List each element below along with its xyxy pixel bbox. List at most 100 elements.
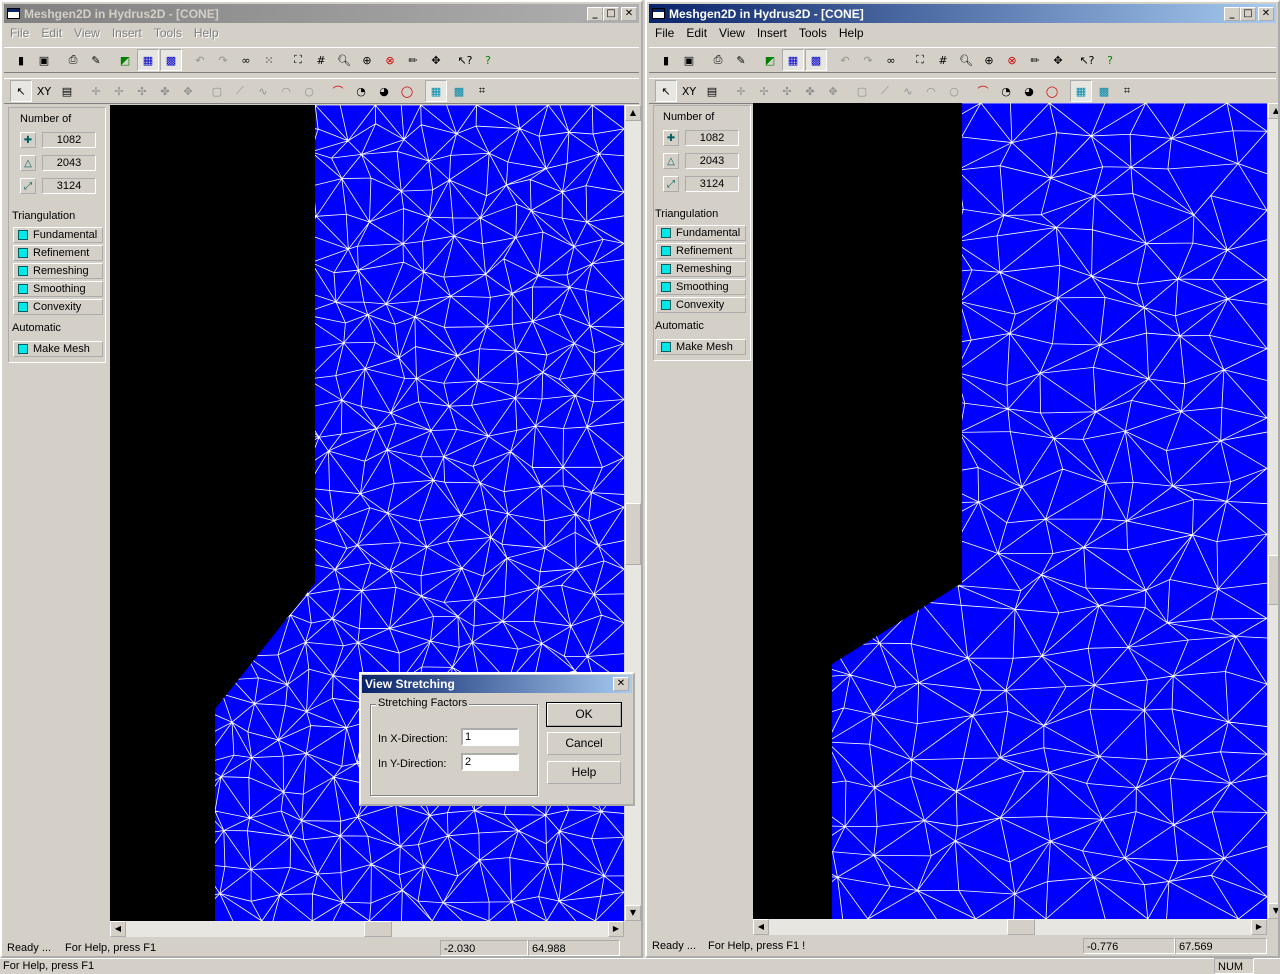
menu-view[interactable]: View [713, 26, 751, 40]
fit-view-icon[interactable]: ⛶ [287, 49, 309, 71]
glasses-icon[interactable]: ∞ [880, 49, 902, 71]
scroll-up-arrow-icon[interactable]: ▲ [625, 105, 641, 121]
minimize-button[interactable]: _ [587, 6, 603, 21]
arc-3pt-icon[interactable]: ⌒ [972, 80, 994, 102]
circle-tool-icon[interactable]: ◯ [396, 80, 418, 102]
left-title-bar[interactable]: Meshgen2D in Hydrus2D - [CONE] _ □ ✕ [4, 4, 639, 23]
node-info-icon[interactable]: ✥ [177, 80, 199, 102]
maximize-button[interactable]: □ [603, 6, 619, 21]
scroll-thumb[interactable] [1268, 555, 1278, 605]
menu-insert[interactable]: Insert [751, 26, 793, 40]
zoom-out-icon[interactable]: ⊗ [379, 49, 401, 71]
remeshing-button[interactable]: Remeshing [13, 263, 103, 279]
fundamental-button[interactable]: Fundamental [13, 227, 103, 243]
scroll-left-arrow-icon[interactable]: ◀ [110, 921, 126, 937]
move-icon[interactable]: ✥ [425, 49, 447, 71]
exit-icon[interactable]: ▮ [10, 49, 32, 71]
print-icon[interactable]: ⎙ [62, 49, 84, 71]
scroll-down-arrow-icon[interactable]: ▼ [625, 905, 641, 921]
close-button[interactable]: ✕ [1258, 6, 1274, 21]
snap-grid-icon[interactable]: ▦ [425, 80, 447, 102]
zoom-icon[interactable]: 🔍︎ [955, 49, 977, 71]
eraser-icon[interactable]: ✎ [730, 49, 752, 71]
pencil-icon[interactable]: ✏ [1024, 49, 1046, 71]
menu-insert[interactable]: Insert [106, 26, 148, 40]
scroll-thumb[interactable] [625, 503, 641, 565]
zoom-in-icon[interactable]: ⊕ [978, 49, 1000, 71]
mesh-view-icon[interactable]: ▦ [782, 49, 804, 71]
arc-radius-icon[interactable]: ◕ [373, 80, 395, 102]
spline-icon[interactable]: ∿ [897, 80, 919, 102]
scroll-thumb[interactable] [1007, 919, 1035, 935]
move-node-icon[interactable]: ✢ [108, 80, 130, 102]
scroll-thumb[interactable] [364, 921, 392, 937]
help-icon[interactable]: ? [477, 49, 499, 71]
delete-node-icon[interactable]: ✣ [131, 80, 153, 102]
menu-edit[interactable]: Edit [680, 26, 713, 40]
menu-tools[interactable]: Tools [793, 26, 833, 40]
fit-view-icon[interactable]: ⛶ [909, 49, 931, 71]
delete-node-icon[interactable]: ✣ [776, 80, 798, 102]
snap-mesh-icon[interactable]: ▩ [1093, 80, 1115, 102]
menu-help[interactable]: Help [188, 26, 225, 40]
add-node-icon[interactable]: ✛ [730, 80, 752, 102]
add-node-icon[interactable]: ✛ [85, 80, 107, 102]
document-icon[interactable]: ▤ [56, 80, 78, 102]
point-icon[interactable]: ▢ [851, 80, 873, 102]
smoothing-button[interactable]: Smoothing [13, 281, 103, 297]
circle-icon[interactable]: ○ [943, 80, 965, 102]
help-icon[interactable]: ? [1099, 49, 1121, 71]
xy-button[interactable]: XY [678, 80, 700, 102]
document-icon[interactable]: ▤ [701, 80, 723, 102]
node-info-icon[interactable]: ✥ [822, 80, 844, 102]
cancel-button[interactable]: Cancel [547, 732, 621, 755]
arc-radius-icon[interactable]: ◕ [1018, 80, 1040, 102]
boundary-icon[interactable]: ◩ [759, 49, 781, 71]
xy-button[interactable]: XY [33, 80, 55, 102]
pencil-icon[interactable]: ✏ [402, 49, 424, 71]
exit-icon[interactable]: ▮ [655, 49, 677, 71]
left-horizontal-scrollbar[interactable]: ◀ ▶ [110, 921, 624, 937]
redo-icon[interactable]: ↷ [212, 49, 234, 71]
context-help-icon[interactable]: ↖? [1076, 49, 1098, 71]
arc-center-icon[interactable]: ◔ [995, 80, 1017, 102]
fundamental-button[interactable]: Fundamental [656, 225, 746, 241]
remeshing-button[interactable]: Remeshing [656, 261, 746, 277]
grid-view-icon[interactable]: # [310, 49, 332, 71]
menu-tools[interactable]: Tools [148, 26, 188, 40]
scroll-right-arrow-icon[interactable]: ▶ [608, 921, 624, 937]
dialog-close-icon[interactable]: ✕ [613, 677, 629, 691]
make-mesh-button[interactable]: Make Mesh [656, 339, 746, 355]
menu-file[interactable]: File [649, 26, 680, 40]
circle-tool-icon[interactable]: ◯ [1041, 80, 1063, 102]
node-edit-icon[interactable]: ✤ [799, 80, 821, 102]
coordinates-icon[interactable]: ⌗ [471, 80, 493, 102]
print-icon[interactable]: ⎙ [707, 49, 729, 71]
scroll-down-arrow-icon[interactable]: ▼ [1268, 903, 1278, 919]
glasses-icon[interactable]: ∞ [235, 49, 257, 71]
ok-button[interactable]: OK [546, 702, 622, 727]
boundary-icon[interactable]: ◩ [114, 49, 136, 71]
spline-icon[interactable]: ∿ [252, 80, 274, 102]
smoothing-button[interactable]: Smoothing [656, 279, 746, 295]
move-node-icon[interactable]: ✢ [753, 80, 775, 102]
save-icon[interactable]: ▣ [33, 49, 55, 71]
menu-view[interactable]: View [68, 26, 106, 40]
help-button[interactable]: Help [547, 761, 621, 784]
snap-mesh-icon[interactable]: ▩ [448, 80, 470, 102]
arc-center-icon[interactable]: ◔ [350, 80, 372, 102]
pointer-icon[interactable]: ↖ [655, 80, 677, 102]
refinement-button[interactable]: Refinement [13, 245, 103, 261]
arc-icon[interactable]: ◠ [275, 80, 297, 102]
node-edit-icon[interactable]: ✤ [154, 80, 176, 102]
mesh-view-icon[interactable]: ▦ [137, 49, 159, 71]
mesh-fill-icon[interactable]: ▩ [160, 49, 182, 71]
save-icon[interactable]: ▣ [678, 49, 700, 71]
redo-icon[interactable]: ↷ [857, 49, 879, 71]
menu-help[interactable]: Help [833, 26, 870, 40]
convexity-button[interactable]: Convexity [656, 297, 746, 313]
arc-3pt-icon[interactable]: ⌒ [327, 80, 349, 102]
undo-icon[interactable]: ↶ [189, 49, 211, 71]
undo-icon[interactable]: ↶ [834, 49, 856, 71]
refinement-button[interactable]: Refinement [656, 243, 746, 259]
